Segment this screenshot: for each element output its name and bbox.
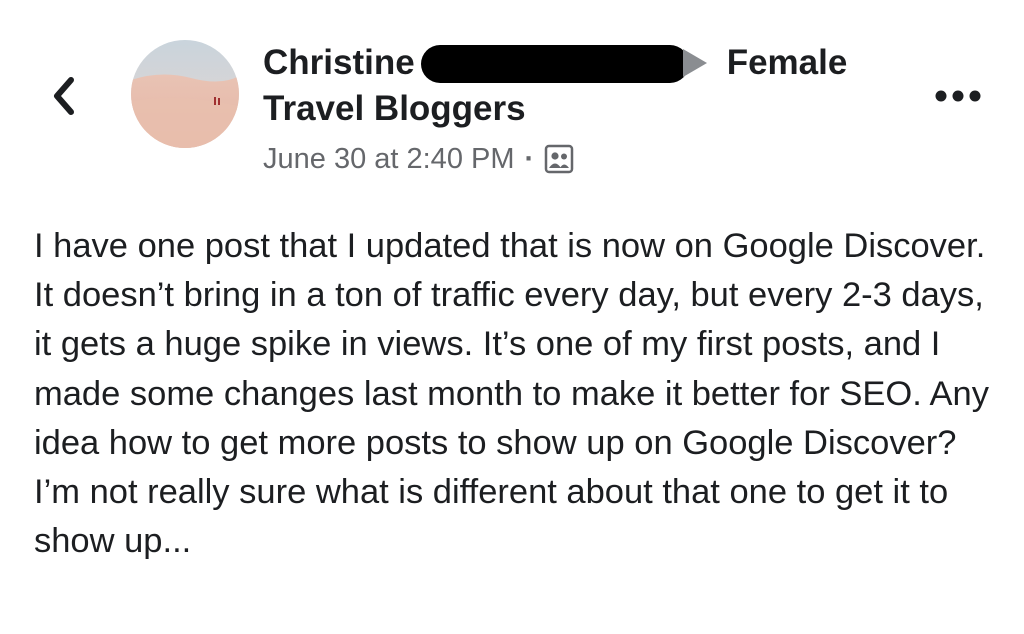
author-line: Christine Female bbox=[263, 40, 923, 86]
group-name[interactable]: Travel Bloggers bbox=[263, 86, 923, 132]
avatar-photo bbox=[131, 40, 239, 148]
post-body-text: I have one post that I updated that is n… bbox=[34, 227, 989, 561]
meta-separator: · bbox=[524, 142, 535, 175]
back-button[interactable] bbox=[44, 72, 84, 120]
redaction-bar bbox=[420, 45, 689, 83]
post-header: Christine Female Travel Bloggers June 30… bbox=[263, 40, 923, 182]
group-members-icon bbox=[544, 144, 574, 174]
avatar[interactable] bbox=[131, 40, 239, 148]
post-meta: June 30 at 2:40 PM · bbox=[263, 136, 923, 182]
arrow-right-icon bbox=[682, 49, 707, 77]
chevron-left-icon bbox=[54, 77, 74, 115]
author-gender: Female bbox=[726, 43, 848, 82]
more-options-button[interactable] bbox=[930, 82, 986, 110]
post-timestamp[interactable]: June 30 at 2:40 PM bbox=[263, 143, 515, 176]
more-dots-icon bbox=[935, 90, 981, 102]
author-name[interactable]: Christine bbox=[263, 43, 415, 83]
